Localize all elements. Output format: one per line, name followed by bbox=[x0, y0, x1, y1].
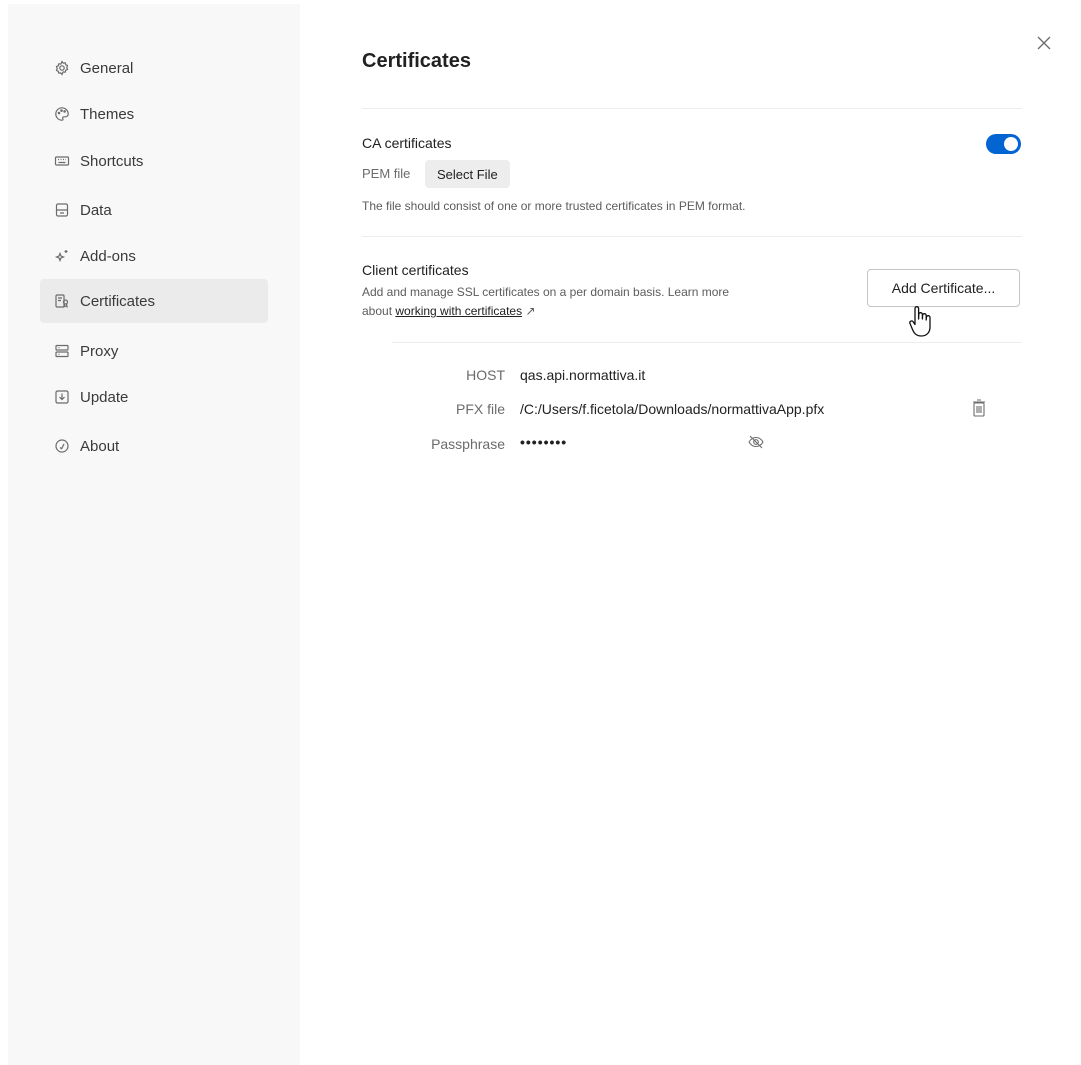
sidebar-item-general[interactable]: General bbox=[40, 46, 268, 90]
pfx-file-value: /C:/Users/f.ficetola/Downloads/normattiv… bbox=[520, 401, 825, 417]
sidebar-item-proxy[interactable]: Proxy bbox=[40, 329, 268, 373]
sidebar-item-label: Certificates bbox=[80, 292, 156, 310]
sidebar-item-label: Themes bbox=[80, 105, 135, 123]
keyboard-icon bbox=[54, 153, 70, 169]
pem-file-label: PEM file bbox=[362, 166, 411, 181]
divider bbox=[392, 342, 1022, 343]
close-icon[interactable] bbox=[1034, 33, 1054, 53]
sidebar-item-label: Data bbox=[80, 201, 112, 219]
passphrase-value: •••••••• bbox=[520, 434, 568, 450]
sidebar-item-label: Proxy bbox=[80, 342, 119, 360]
sparkle-icon bbox=[54, 248, 70, 264]
proxy-icon bbox=[54, 343, 70, 359]
certificate-icon bbox=[54, 293, 70, 309]
sidebar-item-label: Shortcuts bbox=[80, 152, 144, 170]
toggle-knob bbox=[1004, 137, 1018, 151]
download-icon bbox=[54, 389, 70, 405]
description-prefix: about bbox=[362, 304, 396, 318]
client-description-line2: about working with certificates ↗ bbox=[362, 304, 536, 318]
ca-certificates-toggle[interactable] bbox=[986, 134, 1021, 154]
passphrase-label: Passphrase bbox=[431, 436, 505, 452]
divider bbox=[362, 108, 1022, 109]
ca-certificates-label: CA certificates bbox=[362, 135, 452, 151]
host-value: qas.api.normattiva.it bbox=[520, 367, 646, 383]
client-description: Add and manage SSL certificates on a per… bbox=[362, 285, 730, 299]
sidebar-item-about[interactable]: About bbox=[40, 424, 268, 468]
gear-icon bbox=[54, 60, 70, 76]
sidebar-item-certificates[interactable]: Certificates bbox=[40, 279, 268, 323]
page-title: Certificates bbox=[362, 50, 471, 72]
certificates-panel: Certificates CA certificates PEM file Se… bbox=[362, 0, 1022, 1065]
sidebar-item-themes[interactable]: Themes bbox=[40, 92, 268, 136]
eye-off-icon[interactable] bbox=[747, 433, 765, 451]
pfx-file-label: PFX file bbox=[455, 401, 505, 417]
info-icon bbox=[54, 438, 70, 454]
working-with-certificates-link[interactable]: working with certificates bbox=[395, 304, 522, 318]
client-certificates-label: Client certificates bbox=[362, 262, 469, 278]
sidebar-item-label: General bbox=[80, 59, 134, 77]
external-link-icon[interactable]: ↗ bbox=[525, 304, 535, 318]
sidebar-item-label: About bbox=[80, 437, 120, 455]
sidebar-item-addons[interactable]: Add-ons bbox=[40, 234, 268, 278]
palette-icon bbox=[54, 106, 70, 122]
host-label: HOST bbox=[466, 367, 505, 383]
ca-help-text: The file should consist of one or more t… bbox=[362, 199, 746, 213]
settings-sidebar: General Themes Shortcuts Data Add-ons Ce… bbox=[8, 4, 300, 1065]
hand-cursor-icon bbox=[908, 305, 936, 339]
trash-icon[interactable] bbox=[971, 398, 987, 418]
sidebar-item-update[interactable]: Update bbox=[40, 375, 268, 419]
add-certificate-button[interactable]: Add Certificate... bbox=[867, 269, 1020, 307]
database-icon bbox=[54, 202, 70, 218]
sidebar-item-data[interactable]: Data bbox=[40, 188, 268, 232]
sidebar-item-shortcuts[interactable]: Shortcuts bbox=[40, 139, 268, 183]
sidebar-item-label: Add-ons bbox=[80, 247, 136, 265]
divider bbox=[362, 236, 1022, 237]
sidebar-item-label: Update bbox=[80, 388, 129, 406]
select-file-button[interactable]: Select File bbox=[425, 160, 510, 188]
